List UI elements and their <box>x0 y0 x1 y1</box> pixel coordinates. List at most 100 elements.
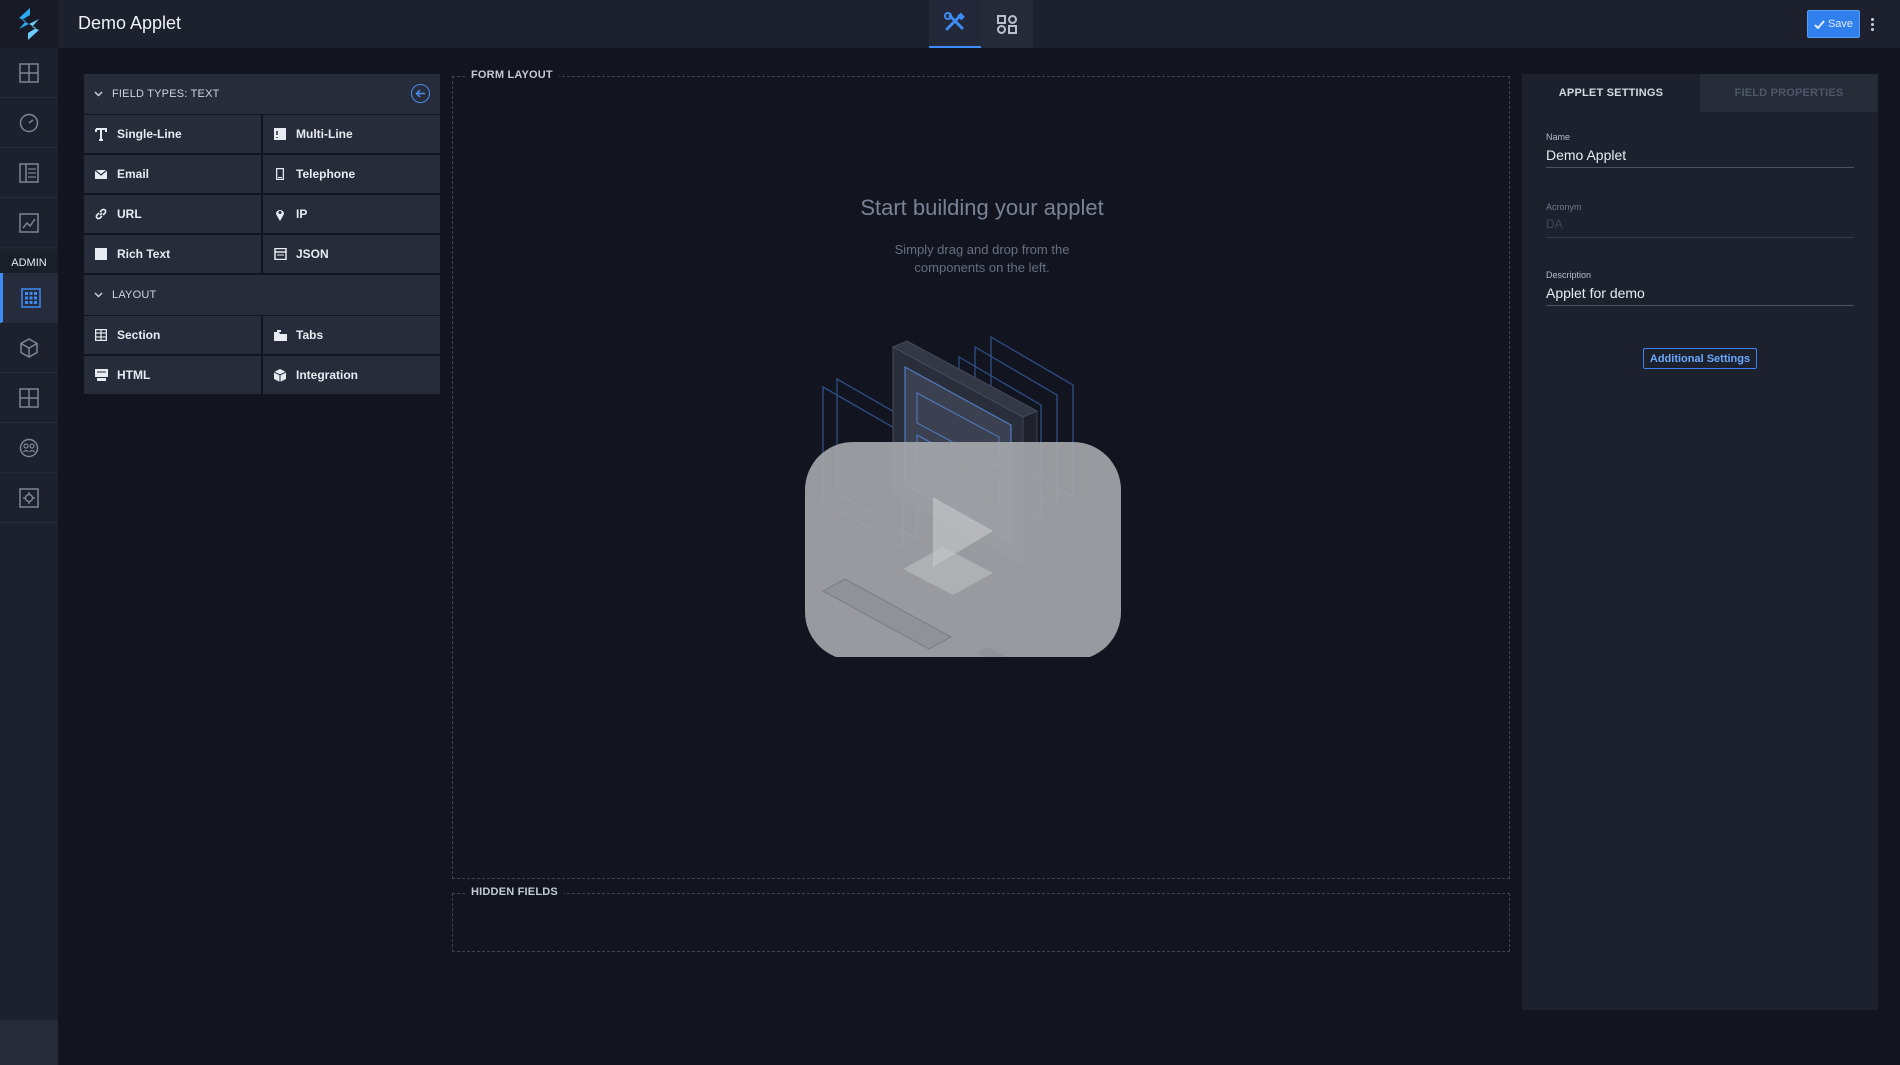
more-menu-icon[interactable] <box>1867 12 1877 36</box>
field-label: Section <box>117 328 161 342</box>
workflow-icon <box>997 15 1017 34</box>
field-label: Email <box>117 167 150 181</box>
field-palette: FIELD TYPES: TEXT Single-Line Multi-Line… <box>84 74 440 396</box>
layout-field-grid: Section Tabs HTML Integration <box>84 316 440 394</box>
left-nav: ADMIN <box>0 48 58 1065</box>
tab-field-properties[interactable]: FIELD PROPERTIES <box>1700 74 1878 112</box>
dashboard-icon <box>19 62 39 83</box>
envelope-icon <box>95 169 107 179</box>
field-ip[interactable]: IP <box>263 195 440 233</box>
field-label: IP <box>296 207 308 221</box>
field-label: Integration <box>296 368 358 382</box>
field-label: JSON <box>296 247 329 261</box>
settings-panel: APPLET SETTINGS FIELD PROPERTIES Name De… <box>1522 74 1878 1010</box>
hidden-fields-legend: HIDDEN FIELDS <box>465 886 564 898</box>
field-multi-line[interactable]: Multi-Line <box>263 115 440 153</box>
field-html[interactable]: HTML <box>84 356 261 394</box>
tabs-icon <box>273 329 287 341</box>
arrow-left-icon <box>415 89 425 98</box>
text-field-grid: Single-Line Multi-Line Email Telephone U… <box>84 115 440 273</box>
nav-reports[interactable] <box>0 198 58 248</box>
form-layout-dropzone[interactable]: FORM LAYOUT Start building your applet S… <box>452 69 1510 879</box>
acronym-field[interactable]: Acronym DA <box>1546 202 1854 238</box>
field-json[interactable]: JSON <box>263 235 440 273</box>
json-icon <box>273 248 287 260</box>
field-url[interactable]: URL <box>84 195 261 233</box>
integration-cube-icon <box>274 368 286 382</box>
tab-designer[interactable] <box>929 0 981 48</box>
rich-text-icon <box>95 248 107 260</box>
workspaces-icon <box>19 387 39 408</box>
field-label: Multi-Line <box>296 127 353 141</box>
field-section[interactable]: Section <box>84 316 261 354</box>
nav-gauge[interactable] <box>0 98 58 148</box>
tab-workflow[interactable] <box>981 0 1033 48</box>
users-icon <box>19 438 39 457</box>
cube-icon <box>20 337 38 358</box>
chevron-down-icon <box>94 91 103 97</box>
settings-tabs: APPLET SETTINGS FIELD PROPERTIES <box>1522 74 1878 112</box>
palette-section-title: FIELD TYPES: TEXT <box>112 88 220 100</box>
field-tabs[interactable]: Tabs <box>263 316 440 354</box>
collapse-palette-icon[interactable] <box>411 84 430 103</box>
field-integration[interactable]: Integration <box>263 356 440 394</box>
form-layout-legend: FORM LAYOUT <box>465 69 559 81</box>
section-grid-icon <box>95 329 107 341</box>
empty-state-subtitle: Simply drag and drop from the components… <box>894 242 1070 275</box>
gauge-icon <box>19 113 39 132</box>
name-label: Name <box>1546 132 1571 142</box>
check-icon <box>1814 19 1825 29</box>
field-label: Telephone <box>296 167 356 181</box>
field-label: Single-Line <box>117 127 182 141</box>
app-logo[interactable] <box>0 0 58 48</box>
nav-users[interactable] <box>0 423 58 473</box>
description-input[interactable]: Applet for demo <box>1546 285 1854 305</box>
description-field[interactable]: Description Applet for demo <box>1546 270 1854 306</box>
acronym-label: Acronym <box>1546 202 1582 212</box>
nav-admin-label: ADMIN <box>0 253 58 273</box>
field-label: HTML <box>117 368 151 382</box>
settings-icon <box>19 487 39 508</box>
applets-icon <box>20 287 41 308</box>
chevron-down-icon <box>94 292 103 298</box>
additional-settings-button[interactable]: Additional Settings <box>1643 348 1757 369</box>
palette-header-layout[interactable]: LAYOUT <box>84 275 440 315</box>
nav-footer <box>0 1020 58 1065</box>
multiline-icon <box>274 128 286 140</box>
nav-records[interactable] <box>0 148 58 198</box>
nav-applets[interactable] <box>0 273 58 323</box>
reports-icon <box>19 212 39 233</box>
link-icon <box>95 208 107 220</box>
top-bar: Demo Applet Save <box>0 0 1900 48</box>
field-rich-text[interactable]: Rich Text <box>84 235 261 273</box>
nav-workspaces[interactable] <box>0 373 58 423</box>
field-single-line[interactable]: Single-Line <box>84 115 261 153</box>
nav-dashboard[interactable] <box>0 48 58 98</box>
name-input[interactable]: Demo Applet <box>1546 147 1854 167</box>
swimlane-logo-icon <box>19 8 39 40</box>
tools-icon <box>944 12 965 31</box>
field-telephone[interactable]: Telephone <box>263 155 440 193</box>
nav-cube[interactable] <box>0 323 58 373</box>
empty-state-title: Start building your applet <box>860 195 1104 220</box>
field-label: URL <box>117 207 142 221</box>
field-label: Rich Text <box>117 247 171 261</box>
records-icon <box>19 162 39 183</box>
nav-settings[interactable] <box>0 473 58 523</box>
computer-illustration-icon <box>805 335 1121 657</box>
page-title: Demo Applet <box>78 13 182 33</box>
save-button[interactable]: Save <box>1807 10 1860 38</box>
text-t-icon <box>95 127 107 141</box>
acronym-input[interactable]: DA <box>1546 217 1854 237</box>
map-pin-icon <box>276 209 284 221</box>
description-label: Description <box>1546 270 1592 280</box>
palette-header-text[interactable]: FIELD TYPES: TEXT <box>84 74 440 114</box>
tab-applet-settings[interactable]: APPLET SETTINGS <box>1522 74 1700 112</box>
name-field[interactable]: Name Demo Applet <box>1546 132 1854 168</box>
hidden-fields-dropzone[interactable]: HIDDEN FIELDS <box>452 886 1510 952</box>
field-email[interactable]: Email <box>84 155 261 193</box>
mode-tabs <box>929 0 1033 48</box>
save-button-label: Save <box>1827 18 1854 30</box>
phone-icon <box>276 168 284 180</box>
palette-section-title: LAYOUT <box>112 289 157 301</box>
